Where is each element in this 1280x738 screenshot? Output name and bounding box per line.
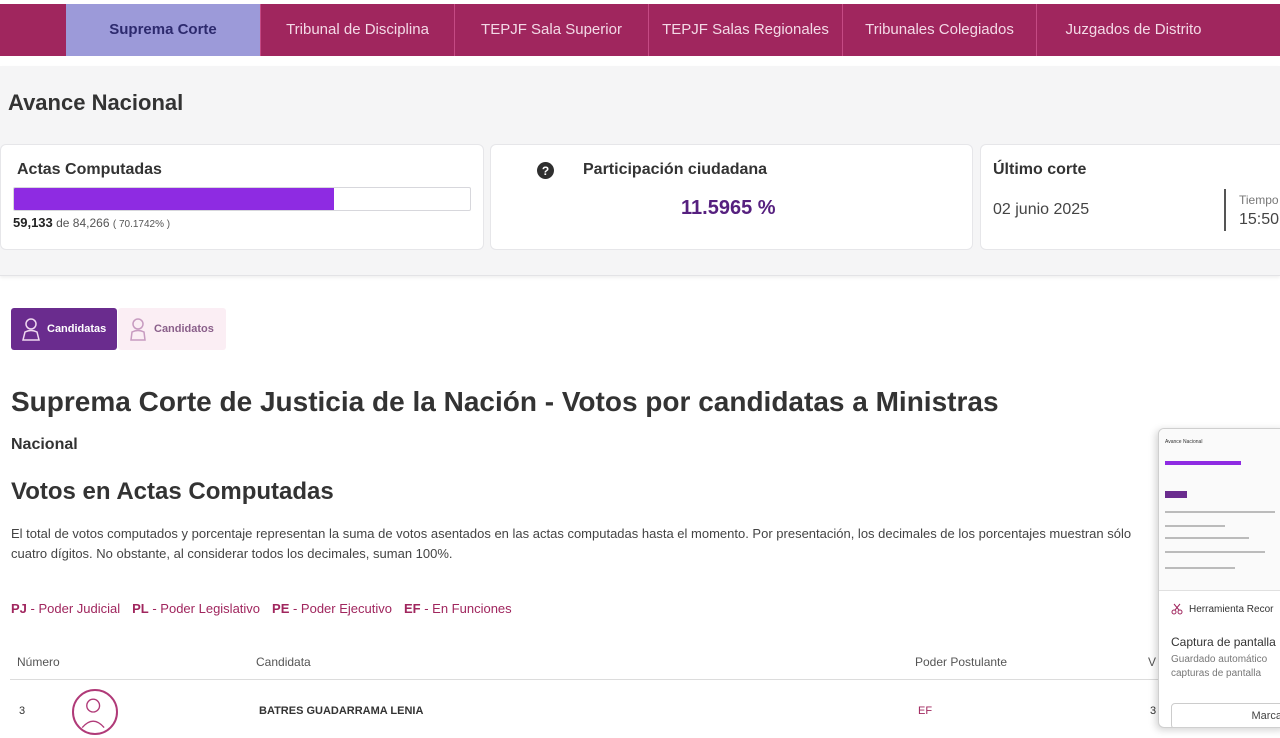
thumb-line xyxy=(1165,551,1265,553)
thumb-bar xyxy=(1165,461,1241,465)
row-candidata: BATRES GUADARRAMA LENIA xyxy=(259,705,424,717)
tab-suprema-corte[interactable]: Suprema Corte xyxy=(66,4,260,56)
tab-tribunal-disciplina[interactable]: Tribunal de Disciplina xyxy=(260,4,454,56)
nav-left-edge xyxy=(0,4,66,56)
thumb-button xyxy=(1165,491,1187,498)
female-person-icon xyxy=(22,318,40,341)
participacion-value: 11.5965 % xyxy=(681,197,776,219)
actas-progress-fill xyxy=(14,188,334,210)
person-icon xyxy=(81,698,105,728)
candidatas-toggle-button[interactable]: Candidatas xyxy=(11,308,117,350)
thumb-line xyxy=(1165,567,1235,569)
row-votos: 3 xyxy=(1150,705,1157,717)
votes-note: El total de votos computados y porcentaj… xyxy=(11,526,1132,561)
avance-nacional-panel: Avance Nacional Actas Computadas 59,133 … xyxy=(0,66,1280,276)
tab-juzgados-distrito[interactable]: Juzgados de Distrito xyxy=(1036,4,1230,56)
tab-tepjf-salas-regionales[interactable]: TEPJF Salas Regionales xyxy=(648,4,842,56)
snip-tool-row: Herramienta Recor xyxy=(1171,603,1273,615)
snip-mark-button[interactable]: Marca xyxy=(1171,703,1280,727)
header-votos[interactable]: V xyxy=(1148,655,1156,669)
candidatas-label: Candidatas xyxy=(47,323,107,335)
thumb-line xyxy=(1165,511,1275,513)
section-subtitle: Votos en Actas Computadas xyxy=(11,478,334,505)
actas-of: de 84,266 xyxy=(56,216,110,230)
actas-progress-bar xyxy=(13,187,471,211)
scissors-icon xyxy=(1171,603,1183,615)
thumb-title: Avance Nacional xyxy=(1165,439,1203,445)
header-candidata[interactable]: Candidata xyxy=(256,655,311,669)
legend-ef: EF - En Funciones xyxy=(403,601,512,616)
actas-card: Actas Computadas 59,133 de 84,266 ( 70.1… xyxy=(0,144,484,250)
candidatos-toggle-button[interactable]: Candidatos xyxy=(118,308,226,350)
candidate-avatar xyxy=(72,689,118,735)
actas-percent: ( 70.1742% ) xyxy=(112,219,171,230)
corte-card: Último corte 02 junio 2025 Tiempo 15:50 xyxy=(980,144,1280,250)
section-title: Suprema Corte de Justicia de la Nación -… xyxy=(11,386,999,417)
actas-label: Actas Computadas xyxy=(17,161,162,178)
participacion-label: Participación ciudadana xyxy=(583,161,768,178)
corte-label: Último corte xyxy=(993,161,1087,178)
screenshot-thumbnail[interactable]: Avance Nacional xyxy=(1159,429,1280,591)
snip-title: Captura de pantalla xyxy=(1171,635,1276,649)
snip-tool-label: Herramienta Recor xyxy=(1189,603,1274,615)
legend-pl: PL - Poder Legislativo xyxy=(132,601,261,616)
scope-label: Nacional xyxy=(11,436,78,453)
tab-tribunales-colegiados[interactable]: Tribunales Colegiados xyxy=(842,4,1036,56)
header-poder[interactable]: Poder Postulante xyxy=(915,655,1007,669)
avance-title: Avance Nacional xyxy=(8,90,184,115)
thumb-line xyxy=(1165,537,1249,539)
row-poder: EF xyxy=(918,705,933,717)
poder-legend: PJ - Poder Judicial PL - Poder Legislati… xyxy=(11,601,512,616)
top-navigation: Suprema Corte Tribunal de Disciplina TEP… xyxy=(0,4,1280,56)
snip-description: Guardado automático capturas de pantalla xyxy=(1171,654,1268,679)
header-divider xyxy=(10,679,1160,680)
legend-pj: PJ - Poder Judicial xyxy=(11,601,121,616)
candidatos-label: Candidatos xyxy=(154,323,214,335)
tab-tepjf-sala-superior[interactable]: TEPJF Sala Superior xyxy=(454,4,648,56)
legend-pe: PE - Poder Ejecutivo xyxy=(272,601,392,616)
thumb-line xyxy=(1165,525,1225,527)
row-numero: 3 xyxy=(19,705,26,717)
tiempo-value: 15:50 xyxy=(1239,211,1280,228)
nav-right-edge xyxy=(1230,4,1280,56)
screenshot-tool-popup[interactable]: Avance Nacional Herramienta Recor Captur… xyxy=(1158,428,1280,728)
corte-divider xyxy=(1224,189,1226,231)
help-icon[interactable]: ? xyxy=(537,162,554,179)
tiempo-label: Tiempo xyxy=(1239,193,1279,207)
male-person-icon xyxy=(130,318,146,341)
actas-computed: 59,133 xyxy=(13,215,53,230)
actas-caption: 59,133 de 84,266 ( 70.1742% ) xyxy=(13,215,170,230)
header-numero[interactable]: Número xyxy=(17,655,60,669)
corte-date: 02 junio 2025 xyxy=(993,201,1090,218)
participacion-card: ? Participación ciudadana 11.5965 % xyxy=(490,144,973,250)
